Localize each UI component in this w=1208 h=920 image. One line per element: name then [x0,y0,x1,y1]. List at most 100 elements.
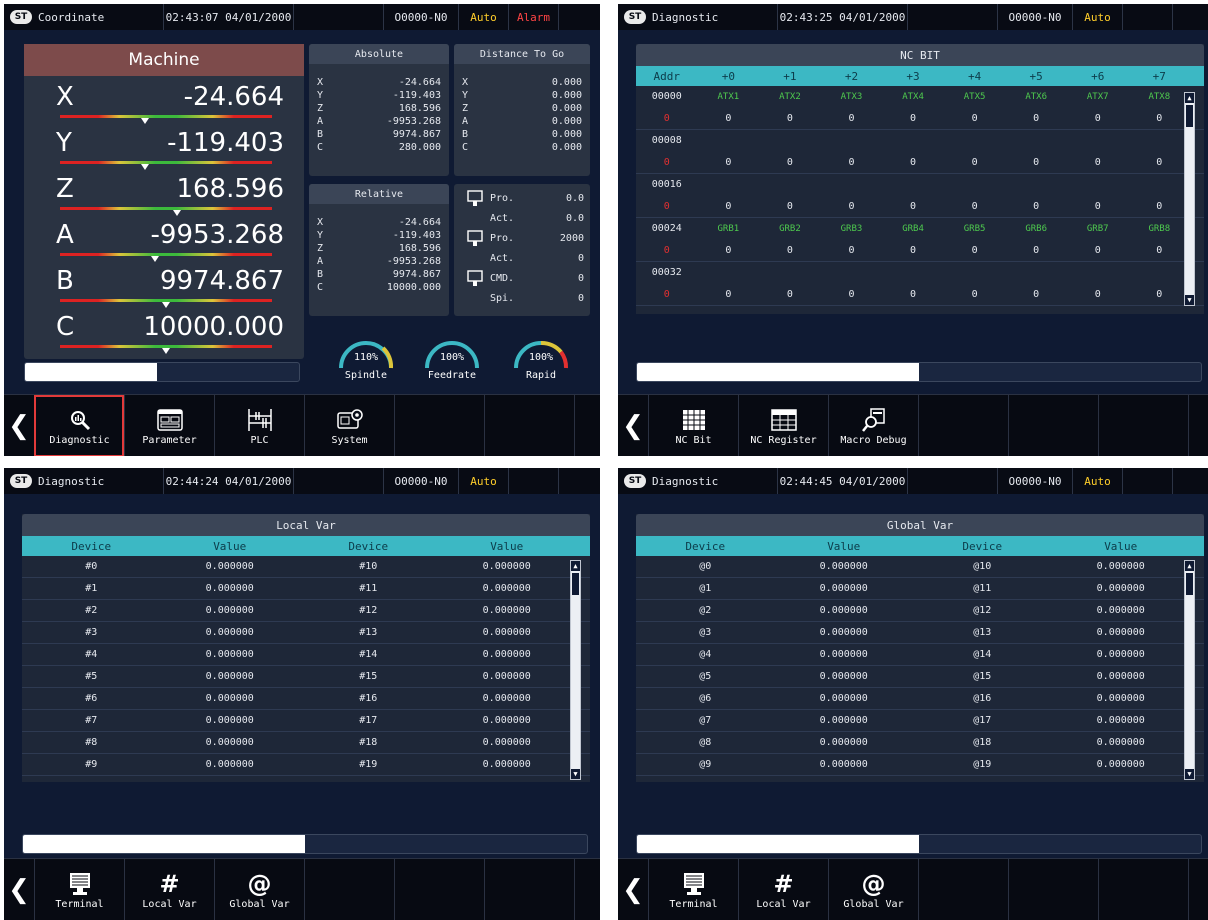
bit-value[interactable]: 0 [944,245,1006,256]
softkey-empty[interactable] [574,859,590,920]
softkey-empty[interactable] [394,859,484,920]
softkey-empty[interactable] [1008,859,1098,920]
table-row[interactable]: #6 0.000000 #16 0.000000 [22,688,590,710]
table-row[interactable]: @1 0.000000 @11 0.000000 [636,578,1204,600]
scroll-up-icon[interactable]: ▲ [1185,561,1194,571]
bit-value[interactable]: 0 [944,289,1006,300]
scroll-down-icon[interactable]: ▼ [571,769,580,779]
table-row[interactable]: #2 0.000000 #12 0.000000 [22,600,590,622]
softkey-empty[interactable] [1188,859,1204,920]
bit-value[interactable]: 0 [1067,113,1129,124]
bit-value[interactable]: 0 [944,157,1006,168]
bit-value[interactable]: 0 [1005,157,1067,168]
bit-value[interactable]: 0 [1067,245,1129,256]
bit-value[interactable]: 0 [1129,245,1191,256]
table-row[interactable]: #8 0.000000 #18 0.000000 [22,732,590,754]
softkey-empty[interactable] [1098,859,1188,920]
back-button[interactable]: ❮ [618,859,648,920]
bit-value[interactable]: 0 [698,289,760,300]
softkey-global-var[interactable]: @ Global Var [214,859,304,920]
softkey-empty[interactable] [484,395,574,456]
bit-value[interactable]: 0 [1129,289,1191,300]
table-row[interactable]: #3 0.000000 #13 0.000000 [22,622,590,644]
bit-value[interactable]: 0 [698,201,760,212]
softkey-empty[interactable] [1098,395,1188,456]
softkey-macro-debug[interactable]: Macro Debug [828,395,918,456]
bit-value[interactable]: 0 [1129,201,1191,212]
softkey-plc[interactable]: PLC [214,395,304,456]
softkey-empty[interactable] [484,859,574,920]
table-row[interactable]: @6 0.000000 @16 0.000000 [636,688,1204,710]
bit-value[interactable]: 0 [882,201,944,212]
bit-value[interactable]: 0 [882,157,944,168]
softkey-system[interactable]: System [304,395,394,456]
back-button[interactable]: ❮ [618,395,648,456]
softkey-empty[interactable] [1188,395,1204,456]
scroll-thumb[interactable] [1186,105,1193,127]
bit-value[interactable]: 0 [698,245,760,256]
table-row[interactable]: @2 0.000000 @12 0.000000 [636,600,1204,622]
vertical-scrollbar[interactable]: ▲ ▼ [570,560,581,780]
bit-value[interactable]: 0 [1067,157,1129,168]
scroll-thumb[interactable] [572,573,579,595]
table-row[interactable]: #7 0.000000 #17 0.000000 [22,710,590,732]
softkey-terminal[interactable]: Terminal [648,859,738,920]
softkey-empty[interactable] [574,395,590,456]
back-button[interactable]: ❮ [4,859,34,920]
bit-value[interactable]: 0 [759,113,821,124]
bit-value[interactable]: 0 [821,201,883,212]
softkey-nc-bit[interactable]: NC Bit [648,395,738,456]
softkey-nc-register[interactable]: NC Register [738,395,828,456]
bit-value[interactable]: 0 [759,201,821,212]
bit-value[interactable]: 0 [1129,157,1191,168]
bit-value[interactable]: 0 [821,157,883,168]
vertical-scrollbar[interactable]: ▲ ▼ [1184,560,1195,780]
table-row[interactable]: @4 0.000000 @14 0.000000 [636,644,1204,666]
bit-value[interactable]: 0 [759,157,821,168]
table-row[interactable]: @5 0.000000 @15 0.000000 [636,666,1204,688]
back-button[interactable]: ❮ [4,395,34,456]
softkey-parameter[interactable]: Parameter [124,395,214,456]
bit-value[interactable]: 0 [1129,113,1191,124]
bit-value[interactable]: 0 [882,289,944,300]
bit-value[interactable]: 0 [1005,201,1067,212]
softkey-empty[interactable] [918,395,1008,456]
bit-value[interactable]: 0 [821,289,883,300]
bit-value[interactable]: 0 [1005,245,1067,256]
bit-value[interactable]: 0 [882,113,944,124]
bit-value[interactable]: 0 [698,113,760,124]
bit-value[interactable]: 0 [821,245,883,256]
softkey-empty[interactable] [918,859,1008,920]
softkey-global-var[interactable]: @ Global Var [828,859,918,920]
scroll-down-icon[interactable]: ▼ [1185,769,1194,779]
table-row[interactable]: @7 0.000000 @17 0.000000 [636,710,1204,732]
bit-value[interactable]: 0 [944,201,1006,212]
bit-value[interactable]: 0 [1005,289,1067,300]
table-row[interactable]: @0 0.000000 @10 0.000000 [636,556,1204,578]
bit-value[interactable]: 0 [944,113,1006,124]
softkey-empty[interactable] [1008,395,1098,456]
softkey-empty[interactable] [304,859,394,920]
bit-value[interactable]: 0 [759,289,821,300]
alarm-indicator[interactable]: Alarm [509,4,559,30]
bit-value[interactable]: 0 [882,245,944,256]
table-row[interactable]: #0 0.000000 #10 0.000000 [22,556,590,578]
table-row[interactable]: @3 0.000000 @13 0.000000 [636,622,1204,644]
bit-value[interactable]: 0 [1067,289,1129,300]
softkey-diagnostic[interactable]: Diagnostic [34,395,124,456]
bit-value[interactable]: 0 [1067,201,1129,212]
scroll-down-icon[interactable]: ▼ [1185,295,1194,305]
bit-value[interactable]: 0 [821,113,883,124]
scroll-up-icon[interactable]: ▲ [571,561,580,571]
table-row[interactable]: @9 0.000000 @19 0.000000 [636,754,1204,776]
softkey-empty[interactable] [394,395,484,456]
table-row[interactable]: #4 0.000000 #14 0.000000 [22,644,590,666]
softkey-local-var[interactable]: # Local Var [738,859,828,920]
scroll-up-icon[interactable]: ▲ [1185,93,1194,103]
table-row[interactable]: #5 0.000000 #15 0.000000 [22,666,590,688]
table-row[interactable]: #9 0.000000 #19 0.000000 [22,754,590,776]
bit-value[interactable]: 0 [759,245,821,256]
bit-value[interactable]: 0 [698,157,760,168]
softkey-terminal[interactable]: Terminal [34,859,124,920]
bit-value[interactable]: 0 [1005,113,1067,124]
